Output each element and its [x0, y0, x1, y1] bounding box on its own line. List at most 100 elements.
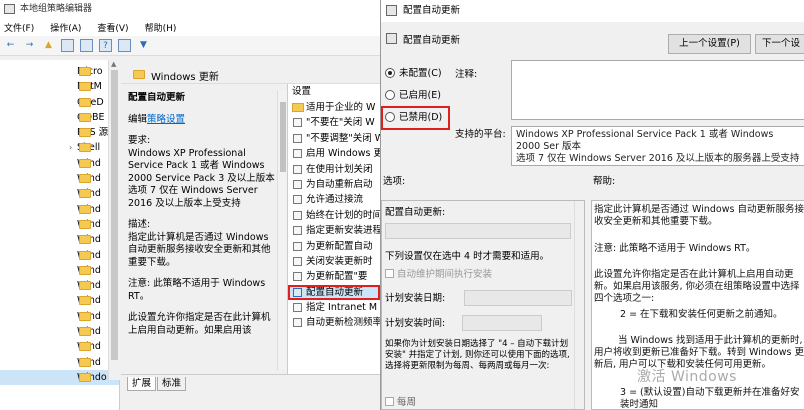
comment-label: 注释: — [455, 69, 478, 80]
settings-column-header[interactable]: 设置 — [288, 84, 380, 100]
tree-item[interactable]: Wind — [0, 232, 119, 247]
description-pane: 配置自动更新 编辑策略设置 要求: Windows XP Professional… — [128, 92, 278, 372]
tree-item[interactable]: Wind — [0, 355, 119, 370]
folder-icon — [79, 174, 91, 184]
policy-row[interactable]: 始终在计划的时间 — [288, 208, 380, 223]
auto-maintenance-checkbox[interactable]: 自动维护期间执行安装 — [385, 269, 492, 281]
desc-title: 配置自动更新 — [128, 92, 186, 103]
policy-row-selected[interactable]: 配置自动更新 — [288, 284, 380, 301]
radio-enabled[interactable]: 已启用(E) — [385, 89, 441, 103]
tree-item[interactable]: Wind — [0, 171, 119, 186]
folder-icon — [79, 327, 91, 337]
tree-scrollbar[interactable]: ▲ — [108, 60, 120, 380]
policy-row[interactable]: "不要调整"关闭 W — [288, 131, 380, 146]
folder-icon — [79, 128, 91, 138]
policy-row[interactable]: 启用 Windows 更 — [288, 146, 380, 161]
folder-icon — [133, 70, 145, 79]
tree-item[interactable]: Wind — [0, 248, 119, 263]
tree-item[interactable]: NetM — [0, 79, 119, 94]
prev-setting-button[interactable]: 上一个设置(P) — [668, 34, 751, 54]
menu-view[interactable]: 查看(V) — [97, 21, 128, 34]
menu-action[interactable]: 操作(A) — [50, 21, 81, 34]
radio-circle[interactable] — [385, 90, 395, 100]
policy-icon — [293, 195, 302, 205]
properties-icon[interactable] — [80, 39, 93, 52]
weekly-checkbox[interactable]: 每周 — [385, 397, 416, 409]
tree-item[interactable]: Micro — [0, 64, 119, 79]
options-scrollbar[interactable] — [574, 201, 584, 409]
policy-row[interactable]: 为自动重新启动 — [288, 177, 380, 192]
auto-update-select[interactable] — [385, 223, 571, 239]
show-tree-icon[interactable] — [61, 39, 74, 52]
next-setting-button[interactable]: 下一个设 — [755, 34, 804, 54]
tree-item[interactable]: Wind — [0, 324, 119, 339]
menu-file[interactable]: 文件(F) — [4, 21, 34, 34]
tree-item[interactable]: Wind — [0, 202, 119, 217]
policy-icon — [293, 133, 302, 143]
tree-item[interactable]: Wind — [0, 217, 119, 232]
policy-row[interactable]: 自动更新检测频率 — [288, 315, 380, 330]
scroll-up-icon[interactable]: ▲ — [111, 60, 116, 68]
activate-windows-watermark: 激活 Windows — [637, 369, 737, 385]
folder-icon — [79, 357, 91, 367]
policy-row[interactable]: 在使用计划关闭 — [288, 162, 380, 177]
desc-req-text: Windows XP Professional Service Pack 1 或… — [128, 147, 275, 209]
up-folder-icon[interactable]: ▲ — [42, 39, 55, 52]
policy-row[interactable]: 为更新配置自动 — [288, 239, 380, 254]
tree-item[interactable]: ›Shell — [0, 140, 119, 155]
radio-not-configured[interactable]: 未配置(C) — [385, 67, 442, 81]
tree-item[interactable]: OOBE — [0, 110, 119, 125]
description-scrollbar[interactable] — [277, 90, 287, 370]
menu-help[interactable]: 帮助(H) — [145, 21, 177, 34]
tree-item[interactable]: Wind — [0, 309, 119, 324]
tree-item[interactable]: OneD — [0, 95, 119, 110]
checkbox-box[interactable] — [385, 269, 394, 278]
tree-item[interactable]: Wind — [0, 278, 119, 293]
tree-item-selected[interactable]: Windo — [0, 369, 119, 386]
folder-icon — [79, 112, 91, 122]
radio-circle[interactable] — [385, 68, 395, 78]
edit-policy-link[interactable]: 策略设置 — [147, 114, 185, 125]
comment-textarea[interactable] — [511, 60, 804, 120]
forward-arrow-icon[interactable]: → — [23, 39, 36, 52]
platform-text-2: 选项 7 仅在 Windows Server 2016 及以上版本的服务器上受支… — [516, 153, 800, 164]
policy-row[interactable]: "不要在"关闭 W — [288, 115, 380, 130]
tree-item[interactable]: Wind — [0, 339, 119, 354]
policy-row[interactable]: 指定 Intranet M — [288, 300, 380, 315]
tree-item[interactable]: Wind — [0, 263, 119, 278]
tree-item[interactable]: RSS 源 — [0, 125, 119, 140]
policy-icon — [293, 164, 302, 174]
desc-req-label: 要求: — [128, 135, 151, 146]
policy-row[interactable]: 指定更新安装进程 — [288, 223, 380, 238]
extended-view-icon[interactable] — [118, 39, 131, 52]
folder-icon — [79, 82, 91, 92]
desc-more: 此设置允许你指定是否在此计算机上启用自动更新。如果启用该 — [128, 312, 271, 336]
platform-textbox: Windows XP Professional Service Pack 1 或… — [511, 126, 804, 166]
filter-icon[interactable]: ▼ — [137, 39, 150, 52]
desc-label: 描述: — [128, 219, 151, 230]
tree-item[interactable]: Wind — [0, 293, 119, 308]
folder-icon — [79, 67, 91, 76]
sched-day-select[interactable] — [464, 290, 572, 306]
back-arrow-icon[interactable]: ← — [4, 39, 17, 52]
policy-icon — [293, 118, 302, 128]
tree-item[interactable]: Wind — [0, 156, 119, 171]
scroll-thumb[interactable] — [111, 70, 118, 360]
sched-day-label: 计划安装日期: — [385, 293, 446, 304]
policy-row[interactable]: 允许通过接流 — [288, 192, 380, 207]
settings-folder-row[interactable]: 适用于企业的 W — [288, 100, 380, 115]
checkbox-box[interactable] — [385, 397, 394, 406]
policy-row[interactable]: 为更新配置"要 — [288, 269, 380, 284]
folder-icon — [79, 281, 91, 291]
desc-edit-prefix: 编辑 — [128, 113, 148, 125]
folder-icon — [79, 372, 91, 382]
scroll-thumb[interactable] — [280, 102, 286, 172]
help-icon[interactable]: ? — [99, 39, 112, 52]
tab-extended[interactable]: 扩展 — [127, 377, 157, 391]
policy-icon — [293, 272, 302, 282]
chevron-right-icon[interactable]: › — [69, 140, 72, 155]
tree-item[interactable]: Wind — [0, 186, 119, 201]
policy-row[interactable]: 关闭安装更新时 — [288, 254, 380, 269]
sched-time-select[interactable] — [462, 315, 542, 331]
tab-standard[interactable]: 标准 — [157, 377, 187, 391]
